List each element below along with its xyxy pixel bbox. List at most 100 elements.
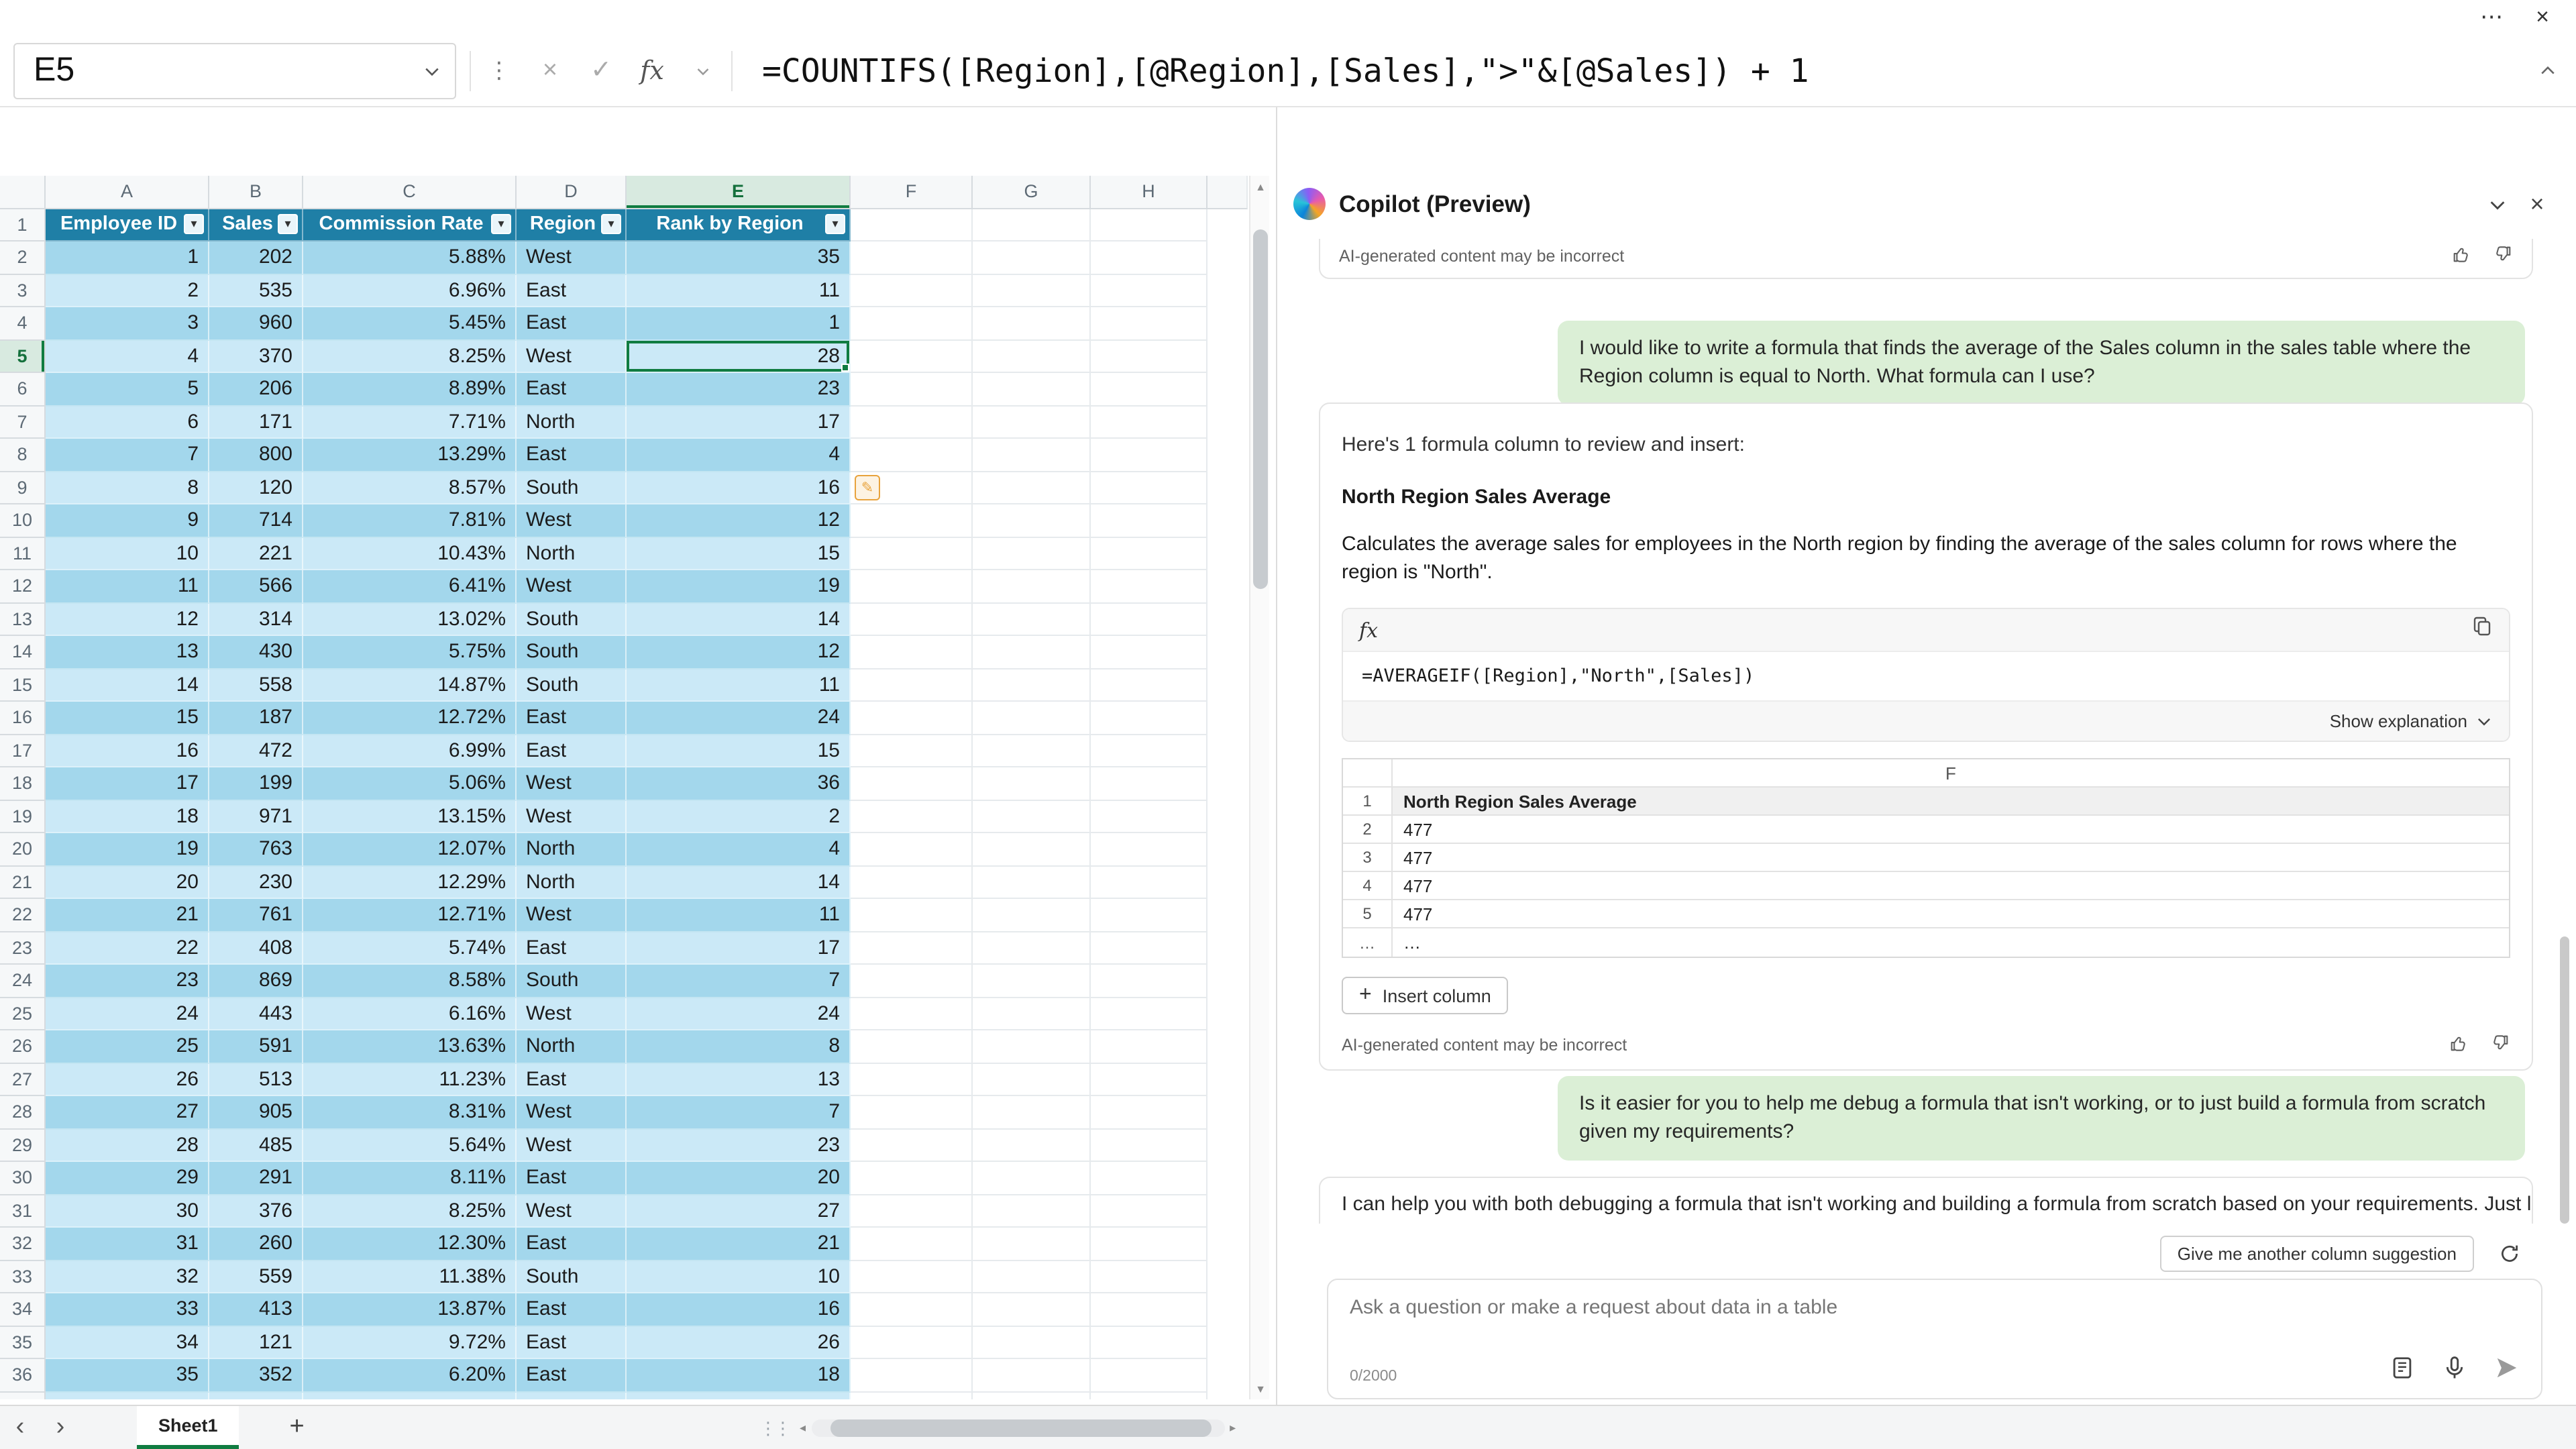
- horizontal-scrollbar-thumb[interactable]: [830, 1419, 1211, 1436]
- grid-cell[interactable]: East: [517, 307, 627, 340]
- row-header-27[interactable]: 27: [0, 1063, 46, 1096]
- spreadsheet-grid[interactable]: ABCDEFGH 1Employee ID▾Sales▾Commission R…: [0, 176, 1248, 1399]
- grid-cell[interactable]: [1091, 965, 1208, 998]
- grid-cell[interactable]: [973, 307, 1091, 340]
- grid-cell[interactable]: [973, 373, 1091, 406]
- grid-cell[interactable]: 12: [46, 603, 209, 636]
- row-header-36[interactable]: 36: [0, 1359, 46, 1392]
- grid-cell[interactable]: West: [517, 998, 627, 1030]
- row-header-8[interactable]: 8: [0, 439, 46, 472]
- grid-cell[interactable]: 35: [627, 241, 851, 274]
- table-header-cell[interactable]: Rank by Region▾: [627, 209, 851, 241]
- grid-cell[interactable]: 5: [46, 373, 209, 406]
- grid-cell[interactable]: West: [517, 241, 627, 274]
- grid-cell[interactable]: [851, 965, 973, 998]
- grid-cell[interactable]: 17: [46, 767, 209, 800]
- grid-cell[interactable]: 763: [209, 833, 303, 866]
- row-header-34[interactable]: 34: [0, 1293, 46, 1326]
- grid-cell[interactable]: 12.72%: [303, 702, 517, 735]
- grid-cell[interactable]: [1091, 603, 1208, 636]
- scroll-down-icon[interactable]: ▼: [1250, 1378, 1271, 1399]
- grid-cell[interactable]: 6.99%: [303, 735, 517, 767]
- grid-cell[interactable]: 9: [46, 504, 209, 537]
- grid-cell[interactable]: 376: [209, 1195, 303, 1228]
- grid-cell[interactable]: 199: [209, 767, 303, 800]
- scroll-up-icon[interactable]: ▲: [1250, 176, 1271, 197]
- grid-cell[interactable]: [1091, 998, 1208, 1030]
- microphone-icon[interactable]: [2442, 1355, 2467, 1387]
- grid-cell[interactable]: [973, 439, 1091, 472]
- grid-cell[interactable]: 6: [46, 406, 209, 439]
- row-header-16[interactable]: 16: [0, 702, 46, 735]
- copilot-scrollbar-thumb[interactable]: [2560, 936, 2569, 1224]
- grid-cell[interactable]: 221: [209, 537, 303, 570]
- grid-cell[interactable]: 11.23%: [303, 1063, 517, 1096]
- grid-cell[interactable]: [973, 1293, 1091, 1326]
- filter-button[interactable]: ▾: [184, 215, 204, 235]
- grid-cell[interactable]: 230: [209, 866, 303, 899]
- grid-cell[interactable]: [1091, 340, 1208, 373]
- grid-cell[interactable]: [1091, 669, 1208, 702]
- grid-cell[interactable]: [851, 1030, 973, 1063]
- grid-cell[interactable]: North: [517, 833, 627, 866]
- grid-cell[interactable]: 591: [209, 1030, 303, 1063]
- grid-cell[interactable]: [973, 537, 1091, 570]
- grid-cell[interactable]: 187: [209, 702, 303, 735]
- grid-cell[interactable]: East: [517, 373, 627, 406]
- grid-cell[interactable]: [851, 241, 973, 274]
- grid-cell[interactable]: [973, 800, 1091, 833]
- grid-cell[interactable]: 1: [46, 241, 209, 274]
- grid-cell[interactable]: [973, 1195, 1091, 1228]
- grid-cell[interactable]: 31: [46, 1228, 209, 1260]
- grid-cell[interactable]: [973, 603, 1091, 636]
- column-header-F[interactable]: F: [851, 176, 973, 209]
- grid-cell[interactable]: 12.07%: [303, 833, 517, 866]
- row-header-12[interactable]: 12: [0, 570, 46, 603]
- add-sheet-icon[interactable]: +: [280, 1413, 315, 1442]
- row-header-25[interactable]: 25: [0, 998, 46, 1030]
- panel-close-icon[interactable]: ×: [2517, 185, 2557, 223]
- grid-cell[interactable]: 9: [627, 1392, 851, 1399]
- grid-cell[interactable]: [851, 1359, 973, 1392]
- grid-cell[interactable]: [851, 340, 973, 373]
- fill-handle[interactable]: [841, 364, 849, 372]
- scroll-left-icon[interactable]: ◂: [800, 1420, 806, 1435]
- grid-cell[interactable]: 16: [46, 735, 209, 767]
- grid-cell[interactable]: [1091, 1326, 1208, 1359]
- grid-cell[interactable]: 36: [627, 767, 851, 800]
- table-header-cell[interactable]: Employee ID▾: [46, 209, 209, 241]
- tab-area-resize-grip[interactable]: ⋮⋮: [759, 1406, 789, 1449]
- grid-cell[interactable]: 472: [209, 735, 303, 767]
- grid-cell[interactable]: [851, 1260, 973, 1293]
- grid-cell[interactable]: 11: [46, 570, 209, 603]
- grid-cell[interactable]: 10: [46, 537, 209, 570]
- grid-cell[interactable]: [973, 1096, 1091, 1129]
- column-header-C[interactable]: C: [303, 176, 517, 209]
- grid-cell[interactable]: 558: [209, 669, 303, 702]
- grid-cell[interactable]: South: [517, 965, 627, 998]
- grid-cell[interactable]: 5.64%: [303, 1129, 517, 1162]
- grid-cell[interactable]: [1091, 537, 1208, 570]
- grid-cell[interactable]: 513: [209, 1063, 303, 1096]
- thumbs-up-icon[interactable]: [2451, 244, 2471, 268]
- grid-cell[interactable]: 14: [627, 603, 851, 636]
- another-suggestion-button[interactable]: Give me another column suggestion: [2160, 1236, 2474, 1272]
- grid-cell[interactable]: East: [517, 1228, 627, 1260]
- grid-cell[interactable]: [1091, 1030, 1208, 1063]
- row-header-4[interactable]: 4: [0, 307, 46, 340]
- grid-cell[interactable]: 9.72%: [303, 1326, 517, 1359]
- grid-cell[interactable]: 4: [627, 833, 851, 866]
- grid-cell[interactable]: [851, 504, 973, 537]
- name-box-chevron-down-icon[interactable]: [423, 51, 441, 90]
- grid-cell[interactable]: [851, 1063, 973, 1096]
- grid-cell[interactable]: 947: [209, 1392, 303, 1399]
- grid-cell[interactable]: [973, 274, 1091, 307]
- grid-cell[interactable]: West: [517, 1195, 627, 1228]
- grid-cell[interactable]: [1091, 636, 1208, 669]
- grid-cell[interactable]: 1: [627, 307, 851, 340]
- grid-cell[interactable]: 13.63%: [303, 1030, 517, 1063]
- grid-cell[interactable]: East: [517, 1326, 627, 1359]
- vertical-scrollbar[interactable]: ▲ ▼: [1249, 176, 1269, 1399]
- grid-cell[interactable]: 13.87%: [303, 1293, 517, 1326]
- row-header-13[interactable]: 13: [0, 603, 46, 636]
